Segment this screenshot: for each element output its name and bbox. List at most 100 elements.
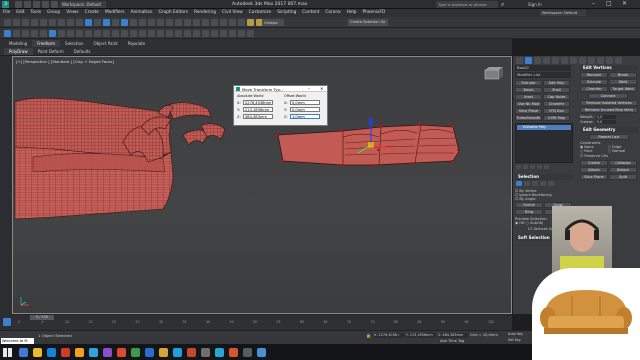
tool-17-icon[interactable]	[148, 19, 155, 26]
undo-icon[interactable]	[42, 1, 49, 8]
create-button[interactable]: Create	[580, 160, 608, 166]
preserve-uvs-checkbox[interactable]: ☐ Preserve UVs	[580, 154, 638, 158]
modifier-inset-button[interactable]: Inset	[515, 94, 542, 100]
ribbon-panel-polydraw[interactable]: PolyDraw	[4, 48, 33, 55]
tool-18-icon[interactable]	[157, 19, 164, 26]
taskbar-app-16-icon[interactable]	[228, 347, 238, 357]
tool2-21-icon[interactable]	[184, 30, 191, 37]
tool-26-icon[interactable]	[229, 19, 236, 26]
menu-graph-editors[interactable]: Graph Editors	[158, 10, 188, 15]
modifier-uvw-map-button[interactable]: UVW Map	[543, 115, 570, 121]
layer-explorer-icon[interactable]	[3, 318, 11, 326]
tool2-3-icon[interactable]	[22, 30, 29, 37]
new-icon[interactable]	[15, 1, 22, 8]
tool-6-icon[interactable]	[49, 19, 56, 26]
taskbar-app-8-icon[interactable]	[116, 347, 126, 357]
menu-create[interactable]: Create	[85, 10, 99, 15]
tool2-5-icon[interactable]	[40, 30, 47, 37]
tool-21-icon[interactable]	[184, 19, 191, 26]
tool2-17-icon[interactable]	[148, 30, 155, 37]
tool2-4-icon[interactable]	[31, 30, 38, 37]
off-x-field[interactable]: 0,0mm	[290, 100, 320, 105]
tool-7-icon[interactable]	[58, 19, 65, 26]
tool-22-icon[interactable]	[193, 19, 200, 26]
tool2-2-icon[interactable]	[13, 30, 20, 37]
command-panel-tab-10-icon[interactable]	[597, 57, 604, 64]
sign-in-button[interactable]: Sign In	[528, 2, 542, 7]
command-panel-tab-7-icon[interactable]	[570, 57, 577, 64]
taskbar-app-5-icon[interactable]	[74, 347, 84, 357]
maximize-icon[interactable]: □	[606, 0, 612, 7]
viewport-perspective[interactable]: [+] [Perspective ] [Standard ] [Clay + E…	[12, 56, 512, 314]
abs-y-field[interactable]: 213,1856mm	[243, 107, 273, 112]
menu-modifiers[interactable]: Modifiers	[105, 10, 125, 15]
detach-button[interactable]: Detach	[609, 167, 637, 173]
ribbon-tab-populate[interactable]: Populate	[123, 40, 150, 47]
coord-x[interactable]: X: 2276,4036 r	[374, 333, 404, 338]
command-panel-tab-8-icon[interactable]	[579, 57, 586, 64]
constraint-normal-radio[interactable]: ○ Normal	[608, 149, 636, 153]
tool-4-icon[interactable]	[31, 19, 38, 26]
off-z-field[interactable]: 1,0mm	[290, 114, 320, 119]
tool2-27-icon[interactable]	[238, 30, 245, 37]
tool-15-icon[interactable]	[130, 19, 137, 26]
stack-item-editable-poly[interactable]: Editable Poly	[517, 125, 571, 130]
tool2-20-icon[interactable]	[175, 30, 182, 37]
menu-corona[interactable]: Corona	[325, 10, 340, 15]
slice-plane-button[interactable]: Slice Plane	[580, 174, 608, 180]
modifier-edit-poly-button[interactable]: Edit Poly	[543, 80, 570, 86]
command-panel-tab-11-icon[interactable]	[606, 57, 613, 64]
target-weld-button[interactable]: Target Weld	[609, 86, 637, 92]
ribbon-tab-freeform[interactable]: Freeform	[32, 40, 61, 47]
tool-11-icon[interactable]	[94, 19, 101, 26]
set-key-button[interactable]: Set Key	[508, 338, 521, 342]
modifier-ffd-box-button[interactable]: FFD Box	[543, 108, 570, 114]
minimize-icon[interactable]: –	[592, 0, 595, 7]
modifier-extrude-button[interactable]: Extrude	[515, 80, 542, 86]
ring-button[interactable]: Ring	[515, 209, 543, 215]
modifier-shell-button[interactable]: Shell	[543, 87, 570, 93]
tool2-19-icon[interactable]	[166, 30, 173, 37]
menu-group[interactable]: Group	[47, 10, 60, 15]
polygon-mode-icon[interactable]	[540, 181, 546, 186]
coord-y[interactable]: Y: 213,1856mm	[406, 333, 436, 338]
menu-phoenixfd[interactable]: PhoenixFD	[362, 10, 385, 15]
connect-button[interactable]: Connect	[588, 93, 628, 99]
tool2-26-icon[interactable]	[229, 30, 236, 37]
close-icon[interactable]: ✕	[622, 0, 627, 7]
tool-3-icon[interactable]	[22, 19, 29, 26]
tool2-23-icon[interactable]	[202, 30, 209, 37]
menu-tools[interactable]: Tools	[31, 10, 42, 15]
tool-24-icon[interactable]	[211, 19, 218, 26]
tool-27-icon[interactable]	[238, 19, 245, 26]
tool-8-icon[interactable]	[67, 19, 74, 26]
modifier-use-nk-mod-button[interactable]: Use Nk Mod	[515, 101, 542, 107]
tool2-13-icon[interactable]	[112, 30, 119, 37]
taskbar-app-10-icon[interactable]	[144, 347, 154, 357]
shrink-button[interactable]: Shrink	[515, 202, 543, 208]
taskbar-app-4-icon[interactable]	[60, 347, 70, 357]
menu-civil-view[interactable]: Civil View	[222, 10, 243, 15]
abs-x-field[interactable]: 2276,4036mm	[243, 100, 273, 105]
menu-file[interactable]: File	[3, 10, 10, 15]
tool2-11-icon[interactable]	[94, 30, 101, 37]
repeat-last-button[interactable]: Repeat Last	[589, 134, 629, 140]
workspace-dropdown[interactable]: Workspace: Default	[60, 1, 106, 8]
tool-1-icon[interactable]	[4, 19, 11, 26]
menu-scripting[interactable]: Scripting	[277, 10, 296, 15]
chamfer-button[interactable]: Chamfer	[580, 86, 608, 92]
crease-spinner[interactable]: 0,0	[595, 120, 616, 124]
open-icon[interactable]	[24, 1, 31, 8]
menu-animation[interactable]: Animation	[131, 10, 153, 15]
command-panel-tab-12-icon[interactable]	[615, 57, 622, 64]
element-mode-icon[interactable]	[548, 181, 554, 186]
auto-key-button[interactable]: Auto Key	[508, 332, 523, 336]
command-panel-tab-9-icon[interactable]	[588, 57, 595, 64]
dialog-minimize-icon[interactable]: –	[308, 86, 310, 91]
tool2-9-icon[interactable]	[76, 30, 83, 37]
remove-button[interactable]: Remove	[580, 72, 608, 78]
off-y-field[interactable]: 0,0mm	[290, 107, 320, 112]
command-panel-tab-6-icon[interactable]	[561, 57, 568, 64]
tool-12-icon[interactable]	[103, 19, 110, 26]
by-angle-checkbox[interactable]: ☐ By Angle:	[515, 197, 577, 201]
